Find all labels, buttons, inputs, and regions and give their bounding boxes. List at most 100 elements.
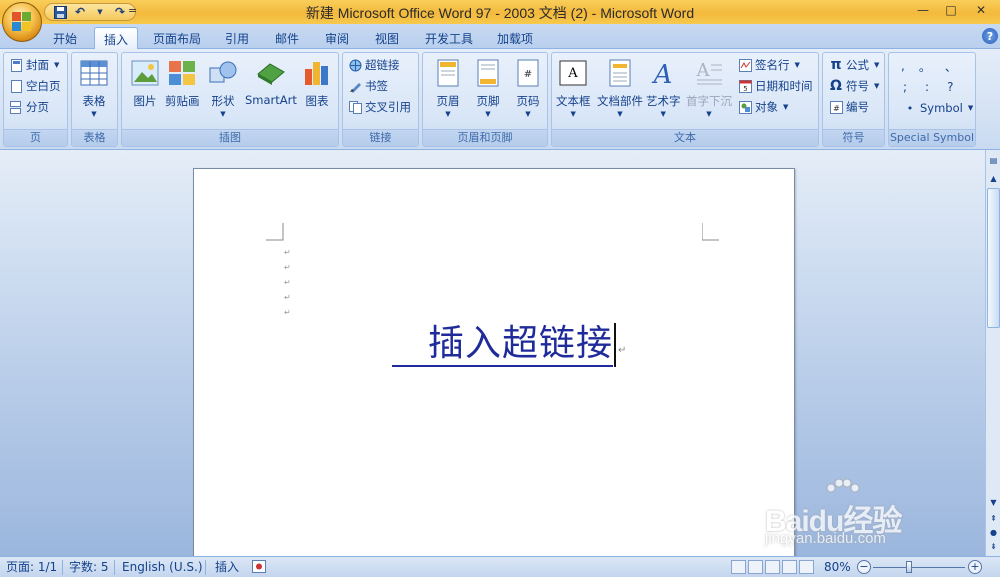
help-icon[interactable]: ? <box>982 28 998 44</box>
clip-art-icon <box>167 57 197 89</box>
tab-references[interactable]: 引用 <box>216 27 258 49</box>
bookmark-button[interactable]: 书签 <box>348 77 388 95</box>
svg-text:#: # <box>524 69 532 80</box>
divider <box>114 560 115 575</box>
full-screen-reading-view-icon[interactable] <box>748 560 763 574</box>
signature-line-icon <box>738 58 752 72</box>
chevron-down-icon: ▼ <box>660 110 666 118</box>
page-number-button[interactable]: # 页码 ▼ <box>513 57 543 118</box>
ruler-toggle-icon[interactable]: ▤ <box>987 154 1000 167</box>
clip-art-button[interactable]: 剪贴画 <box>165 57 200 109</box>
tab-page-layout[interactable]: 页面布局 <box>144 27 210 49</box>
table-icon <box>79 57 109 89</box>
chevron-down-icon: ▼ <box>485 110 491 118</box>
svg-text:#: # <box>833 104 840 113</box>
scroll-up-icon[interactable]: ▲ <box>987 172 1000 185</box>
tab-mailings[interactable]: 邮件 <box>266 27 308 49</box>
select-browse-object-icon[interactable]: ● <box>987 526 1000 539</box>
chart-icon <box>302 57 332 89</box>
picture-button[interactable]: 图片 <box>130 57 160 109</box>
tab-add-ins[interactable]: 加载项 <box>488 27 542 49</box>
footer-button[interactable]: 页脚 ▼ <box>473 57 503 118</box>
zoom-level[interactable]: 80% <box>824 559 851 576</box>
colon-symbol[interactable]: : <box>925 80 929 94</box>
chevron-down-icon: ▼ <box>54 61 60 69</box>
group-text: A 文本框 ▼ 文档部件 ▼ A 艺术字 ▼ A 首字下沉 ▼ 签名行 ▼ 5 … <box>551 52 819 147</box>
blank-page-button[interactable]: 空白页 <box>9 77 61 95</box>
language-indicator[interactable]: English (U.S.) <box>122 559 203 576</box>
scroll-down-icon[interactable]: ▼ <box>987 496 1000 509</box>
chevron-down-icon: ▼ <box>874 82 880 90</box>
symbol-button[interactable]: Ω 符号 ▼ <box>829 77 879 95</box>
numbering-button[interactable]: # 编号 <box>829 98 869 116</box>
office-button[interactable] <box>2 2 42 42</box>
period-symbol[interactable]: 。 <box>919 58 931 75</box>
cross-reference-button[interactable]: 交叉引用 <box>348 98 411 116</box>
hyperlink-button[interactable]: 超链接 <box>348 56 400 74</box>
document-page[interactable]: ↵ ↵ ↵ ↵ ↵ 插入超链接 ↵ <box>193 168 795 568</box>
tab-home[interactable]: 开始 <box>44 27 86 49</box>
smartart-icon <box>256 57 286 89</box>
pi-icon: π <box>830 57 842 73</box>
paragraph-mark: ↵ <box>284 278 291 287</box>
punctuation-row-1: , 。 、 <box>901 57 957 75</box>
previous-page-icon[interactable]: ⇞ <box>987 512 1000 525</box>
equation-button[interactable]: π 公式 ▼ <box>829 56 879 74</box>
chart-button[interactable]: 图表 <box>302 57 332 109</box>
drop-cap-button[interactable]: A 首字下沉 ▼ <box>686 57 732 118</box>
smartart-button[interactable]: SmartArt <box>245 57 297 107</box>
web-layout-view-icon[interactable] <box>765 560 780 574</box>
omega-icon: Ω <box>830 78 842 94</box>
paragraph-mark: ↵ <box>284 248 291 257</box>
zoom-out-button[interactable]: − <box>857 560 871 574</box>
chevron-down-icon: ▼ <box>794 61 800 69</box>
text-box-button[interactable]: A 文本框 ▼ <box>556 57 591 118</box>
print-layout-view-icon[interactable] <box>731 560 746 574</box>
table-button[interactable]: 表格 ▼ <box>79 57 109 118</box>
vertical-scrollbar[interactable]: ▤ ▲ ▼ ⇞ ● ⇟ <box>985 150 1000 556</box>
cover-page-button[interactable]: 封面 ▼ <box>9 56 59 74</box>
shapes-button[interactable]: 形状 ▼ <box>208 57 238 118</box>
date-time-button[interactable]: 5 日期和时间 <box>738 77 813 95</box>
header-button[interactable]: 页眉 ▼ <box>433 57 463 118</box>
tab-view[interactable]: 视图 <box>366 27 408 49</box>
word-count[interactable]: 字数: 5 <box>69 559 109 576</box>
hyperlink-text[interactable]: 插入超链接 <box>392 323 614 367</box>
page-break-button[interactable]: 分页 <box>9 98 49 116</box>
insert-mode-indicator[interactable]: 插入 <box>215 559 239 576</box>
ribbon-tab-bar: 开始 插入 页面布局 引用 邮件 审阅 视图 开发工具 加载项 <box>0 24 1000 49</box>
tab-insert[interactable]: 插入 <box>94 27 139 49</box>
draft-view-icon[interactable] <box>799 560 814 574</box>
comma-symbol[interactable]: , <box>901 59 905 73</box>
next-page-icon[interactable]: ⇟ <box>987 540 1000 553</box>
zoom-in-button[interactable]: + <box>968 560 982 574</box>
maximize-button[interactable]: □ <box>937 0 965 20</box>
margin-corner-top-right <box>702 223 719 241</box>
scroll-thumb[interactable] <box>987 188 1000 328</box>
quick-parts-button[interactable]: 文档部件 ▼ <box>597 57 643 118</box>
zoom-slider-track[interactable] <box>873 567 965 568</box>
signature-line-button[interactable]: 签名行 ▼ <box>738 56 800 74</box>
page-count[interactable]: 页面: 1/1 <box>6 559 57 576</box>
minimize-button[interactable]: — <box>909 0 937 20</box>
tab-developer[interactable]: 开发工具 <box>416 27 482 49</box>
wordart-button[interactable]: A 艺术字 ▼ <box>646 57 681 118</box>
outline-view-icon[interactable] <box>782 560 797 574</box>
semicolon-symbol[interactable]: ; <box>903 80 907 94</box>
group-header-footer: 页眉 ▼ 页脚 ▼ # 页码 ▼ 页眉和页脚 <box>422 52 548 147</box>
tab-review[interactable]: 审阅 <box>316 27 358 49</box>
watermark-url: jingyan.baidu.com <box>765 530 886 547</box>
close-button[interactable]: ✕ <box>966 0 996 20</box>
question-symbol[interactable]: ? <box>947 80 953 94</box>
symbol-dropdown-button[interactable]: • Symbol ▼ <box>903 99 973 117</box>
object-icon <box>738 100 752 114</box>
enumeration-comma-symbol[interactable]: 、 <box>945 58 957 75</box>
object-button[interactable]: 对象 ▼ <box>738 98 788 116</box>
group-pages: 封面 ▼ 空白页 分页 页 <box>3 52 68 147</box>
zoom-slider-thumb[interactable] <box>906 561 912 573</box>
divider <box>62 560 63 575</box>
macro-record-icon[interactable] <box>252 560 266 577</box>
divider <box>205 560 206 575</box>
group-symbols: π 公式 ▼ Ω 符号 ▼ # 编号 符号 <box>822 52 885 147</box>
group-label-symbols: 符号 <box>823 129 884 146</box>
